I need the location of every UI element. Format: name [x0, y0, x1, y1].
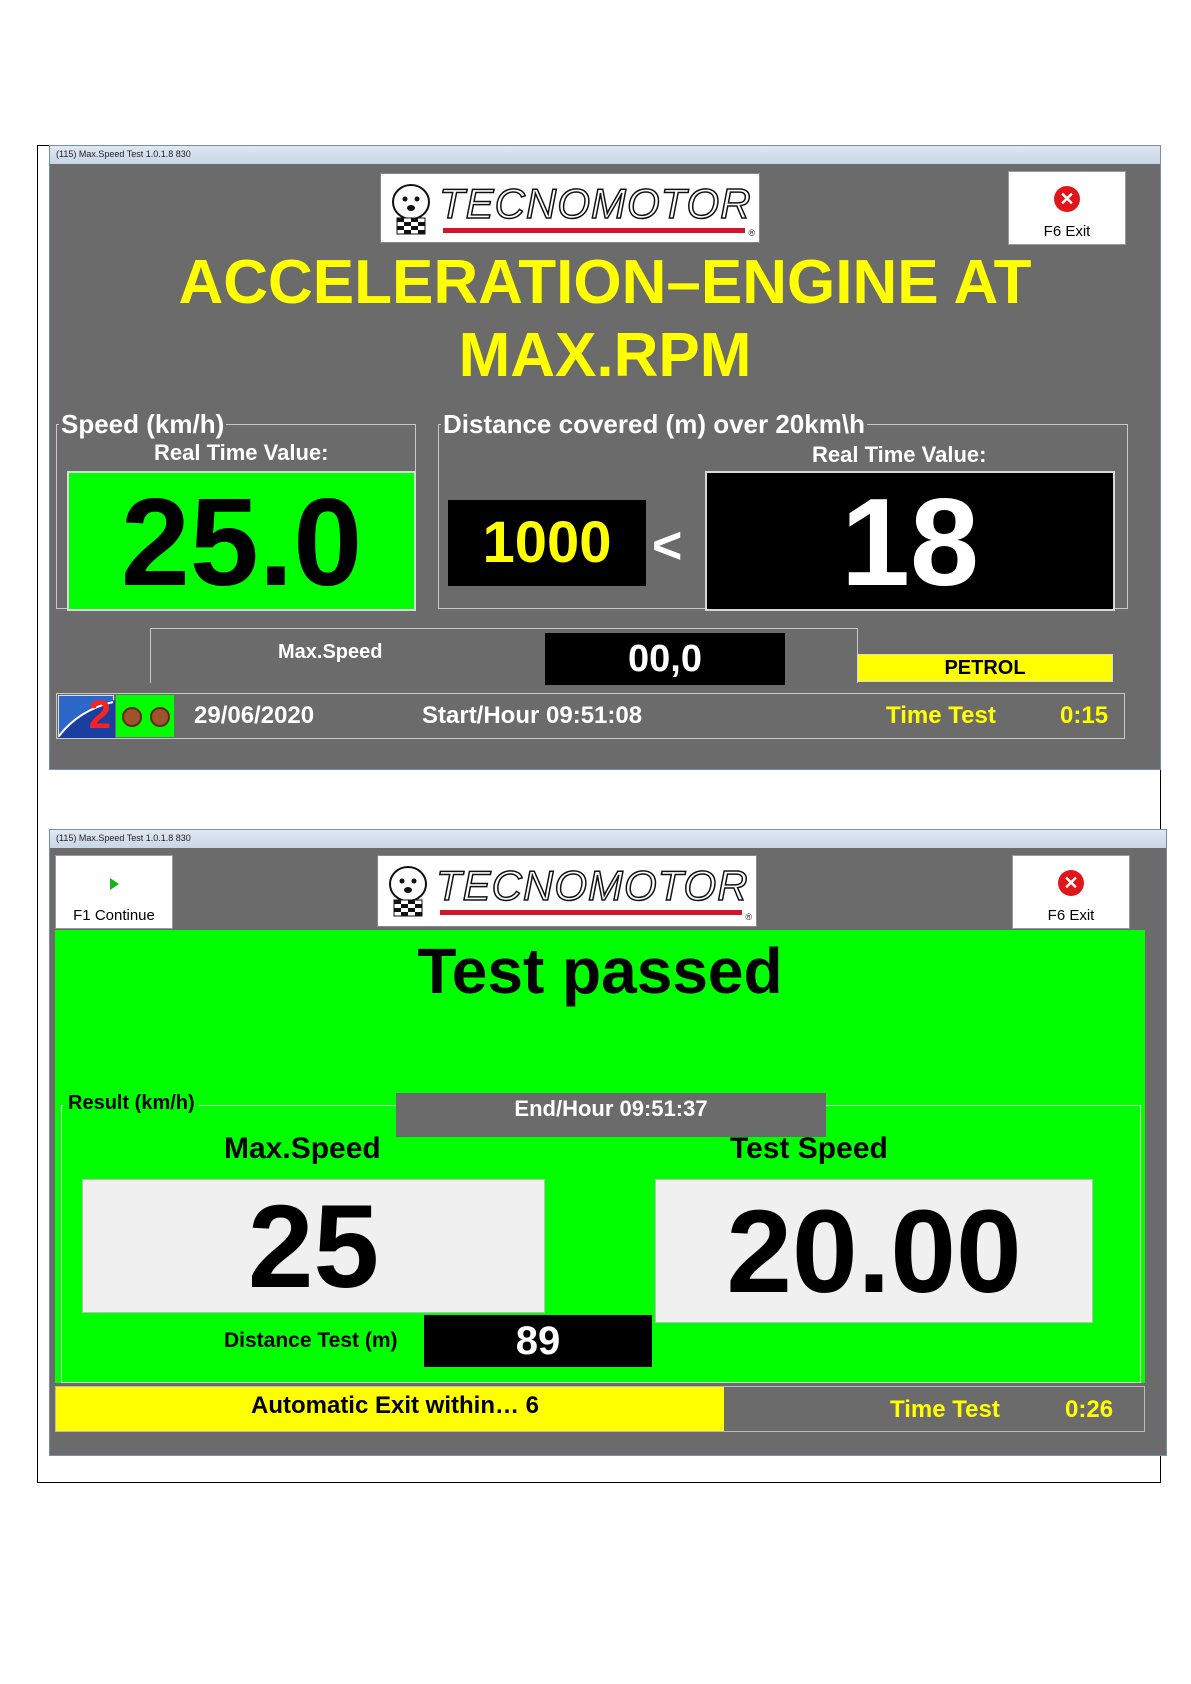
distance-test-value: 89: [424, 1315, 652, 1367]
result-group-title: Result (km/h): [64, 1092, 199, 1115]
test-date: 29/06/2020: [194, 702, 315, 729]
continue-button[interactable]: F1 Continue: [55, 855, 173, 929]
window-titlebar: (115) Max.Speed Test 1.0.1.8 830: [50, 146, 1160, 164]
distance-test-label: Distance Test (m): [224, 1329, 398, 1352]
logo-stripe: [440, 910, 742, 915]
logo-stripe: [443, 228, 745, 233]
test-mode-number: 2: [88, 693, 111, 737]
distance-value: 18: [705, 471, 1115, 612]
sensor-status-icon: [116, 695, 174, 737]
registered-mark: ®: [745, 912, 752, 922]
test-speed-value: 20.00: [655, 1179, 1093, 1323]
registered-mark: ®: [748, 228, 755, 238]
tecnomotor-logo: TECNOMOTOR ®: [377, 855, 757, 927]
distance-target-value: 1000: [448, 500, 646, 586]
continue-button-label: F1 Continue: [73, 907, 155, 924]
window-titlebar: (115) Max.Speed Test 1.0.1.8 830: [50, 830, 1166, 848]
exit-button[interactable]: ✕ F6 Exit: [1012, 855, 1130, 929]
time-test-label: Time Test: [890, 1396, 1000, 1423]
speed-realtime-label: Real Time Value:: [154, 440, 329, 465]
time-test-label: Time Test: [886, 702, 996, 729]
comparator-symbol: <: [652, 517, 683, 575]
test-passed-heading: Test passed: [417, 935, 783, 1007]
exit-button-label: F6 Exit: [1047, 907, 1095, 924]
test-title-line2: MAX.RPM: [458, 321, 752, 390]
dog-mascot-icon: [389, 866, 427, 917]
test-title-line1: ACCELERATION–ENGINE AT: [178, 248, 1032, 317]
logo-brand-text: TECNOMOTOR: [435, 861, 749, 910]
exit-button-label: F6 Exit: [1043, 223, 1091, 240]
max-speed-label: Max.Speed: [224, 1132, 381, 1165]
wheel-icon-left: [122, 707, 142, 727]
automatic-exit-countdown: Automatic Exit within… 6: [56, 1387, 724, 1431]
max-speed-value: 00,0: [545, 633, 785, 685]
close-icon: ✕: [1058, 870, 1084, 896]
play-icon: [110, 878, 119, 890]
max-speed-label: Max.Speed: [278, 641, 383, 663]
speed-value: 25.0: [67, 471, 416, 612]
max-speed-value: 25: [82, 1179, 545, 1313]
fuel-badge: PETROL: [857, 654, 1113, 682]
test-mode-icon: 2: [58, 693, 115, 738]
logo-brand-text: TECNOMOTOR: [438, 179, 752, 228]
time-test-value: 0:15: [1060, 702, 1109, 729]
distance-group-title: Distance covered (m) over 20km\h: [441, 409, 867, 439]
window-result: (115) Max.Speed Test 1.0.1.8 830 F1 Cont…: [49, 829, 1167, 1456]
dog-mascot-icon: [392, 184, 430, 235]
end-hour: End/Hour 09:51:37: [396, 1093, 826, 1137]
test-speed-label: Test Speed: [730, 1132, 888, 1165]
close-icon: ✕: [1054, 186, 1080, 212]
time-test-value: 0:26: [1065, 1396, 1114, 1423]
window-measuring: (115) Max.Speed Test 1.0.1.8 830 TECNOMO…: [49, 145, 1161, 770]
distance-realtime-label: Real Time Value:: [812, 442, 987, 467]
exit-button[interactable]: ✕ F6 Exit: [1008, 171, 1126, 245]
wheel-icon-right: [150, 707, 170, 727]
speed-group-title: Speed (km/h): [59, 409, 227, 439]
start-hour: Start/Hour 09:51:08: [422, 702, 643, 729]
tecnomotor-logo: TECNOMOTOR ®: [380, 173, 760, 243]
